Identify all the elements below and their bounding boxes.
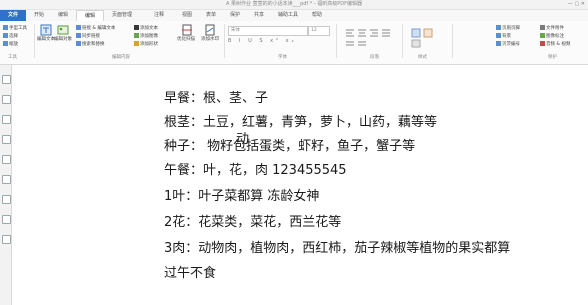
- tab-protect[interactable]: 保护: [224, 10, 246, 21]
- header-footer-icon: [496, 25, 501, 30]
- tab-comment[interactable]: 注释: [142, 10, 176, 21]
- sync-link-button[interactable]: 同步链接: [76, 33, 100, 40]
- divider: [402, 24, 403, 58]
- doc-line-no-dinner[interactable]: 过午不食: [164, 262, 216, 281]
- select-tool-button[interactable]: 选择: [3, 33, 18, 40]
- signature-panel-icon[interactable]: [2, 175, 11, 184]
- divider: [336, 24, 337, 58]
- search-replace-button[interactable]: 搜索和替换: [76, 41, 105, 48]
- window-title: A 果树作业 萱萱的的小话本读___pdf * - 福昕高级PDF编辑器: [225, 1, 363, 7]
- optimize-scan-button[interactable]: 优化扫描: [177, 37, 195, 43]
- shape-icon: [134, 41, 139, 46]
- comment-panel-icon[interactable]: [2, 115, 11, 124]
- doc-line-flower[interactable]: 2花：花菜类，菜花，西兰花等: [164, 211, 341, 230]
- edit-content-group-label: 编辑内容: [112, 55, 130, 60]
- tags-panel-icon[interactable]: [2, 215, 11, 224]
- tab-share[interactable]: 共享: [248, 10, 270, 21]
- divider: [224, 24, 225, 58]
- doc-line-seeds[interactable]: 种子： 物籽包括蛋类，虾籽，鱼子，蟹子等: [164, 135, 415, 154]
- destinations-icon[interactable]: [2, 235, 11, 244]
- attachment-panel-icon[interactable]: [2, 155, 11, 164]
- optimize-scan-icon: [182, 24, 192, 36]
- media-icon: [540, 41, 545, 46]
- left-navigation-panel: [0, 65, 12, 305]
- image-annotation-button[interactable]: 图像标注: [540, 33, 564, 40]
- font-format-buttons[interactable]: B I U S x² x₂: [228, 38, 297, 44]
- document-page: 早餐：根、茎、子 根茎：土豆，红薯，青笋，萝卜，山药，藕等等 动 种子： 物籽包…: [12, 65, 588, 305]
- bates-number-button[interactable]: 贝茨编号: [496, 41, 520, 48]
- tab-home[interactable]: 开始: [28, 10, 50, 21]
- tab-edit[interactable]: 编辑: [76, 10, 104, 21]
- search-panel-icon[interactable]: [2, 195, 11, 204]
- sync-icon: [76, 33, 81, 38]
- edit-object-button[interactable]: 编辑对象: [54, 37, 72, 43]
- protect-group-label: 保护: [548, 55, 557, 60]
- layers-icon[interactable]: [2, 135, 11, 144]
- divider: [34, 24, 35, 58]
- add-shape-button[interactable]: 添加形状: [134, 41, 158, 48]
- add-watermark-button[interactable]: 添加水印: [201, 37, 219, 43]
- edit-text-button[interactable]: 编辑文本: [37, 37, 55, 43]
- cursor-icon: [3, 33, 8, 38]
- page-thumbnail-icon[interactable]: [2, 95, 11, 104]
- font-family-select[interactable]: 宋体: [228, 26, 308, 36]
- doc-line-lunch[interactable]: 午餐：叶，花，肉 123455545: [164, 159, 347, 178]
- doc-line-leaf[interactable]: 1叶：叶子菜都算 冻龄女神: [164, 185, 319, 204]
- doc-line-roots[interactable]: 根茎：土豆，红薯，青笋，萝卜，山药，藕等等: [164, 111, 437, 130]
- bates-icon: [496, 41, 501, 46]
- tools-group-label: 工具: [8, 55, 17, 60]
- window-controls[interactable]: — ▢ ✕: [568, 1, 585, 7]
- text-icon: [134, 25, 139, 30]
- tab-form[interactable]: 表单: [200, 10, 222, 21]
- background-icon: [496, 33, 501, 38]
- zoom-tool-button[interactable]: 缩放: [3, 41, 18, 48]
- add-text-button[interactable]: 添加文本: [134, 25, 158, 32]
- hand-icon: [3, 25, 8, 30]
- add-image-button[interactable]: 添加图像: [134, 33, 158, 40]
- tab-view[interactable]: 视图: [176, 10, 198, 21]
- font-size-select[interactable]: 12: [308, 26, 330, 36]
- tab-convert[interactable]: 编辑: [52, 10, 74, 21]
- doc-line-meat[interactable]: 3肉：动物肉，植物肉，西红柿，茄子辣椒等植物的果实都算: [164, 237, 510, 256]
- edit-text-icon: [40, 24, 52, 36]
- paragraph-group-label: 段落: [370, 55, 379, 60]
- tab-file[interactable]: 文件: [0, 10, 26, 21]
- link-icon: [76, 25, 81, 30]
- title-bar: A 果树作业 萱萱的的小话本读___pdf * - 福昕高级PDF编辑器 — ▢…: [0, 0, 588, 16]
- background-button[interactable]: 背景: [496, 33, 511, 40]
- style-group-label: 样式: [418, 55, 427, 60]
- search-icon: [76, 41, 81, 46]
- divider: [452, 24, 453, 58]
- ribbon-panel: 手型工具 选择 缩放 工具 编辑文本 编辑对象 链接 & 编辑文本 同步链接 搜…: [0, 21, 588, 65]
- image-annotation-icon: [540, 33, 545, 38]
- image-icon: [134, 33, 139, 38]
- link-edit-text-button[interactable]: 链接 & 编辑文本: [76, 25, 115, 32]
- watermark-icon: [205, 24, 215, 36]
- tab-page-manage[interactable]: 页面管理: [104, 10, 140, 21]
- paperclip-icon: [540, 25, 545, 30]
- tab-accessibility[interactable]: 辅助工具: [272, 10, 304, 21]
- tab-help[interactable]: 帮助: [306, 10, 328, 21]
- zoom-icon: [3, 41, 8, 46]
- bookmark-icon[interactable]: [2, 75, 11, 84]
- doc-line-breakfast[interactable]: 早餐：根、茎、子: [164, 87, 268, 106]
- paragraph-align-icons[interactable]: [344, 27, 394, 49]
- header-footer-button[interactable]: 页眉页脚: [496, 25, 520, 32]
- hand-tool-button[interactable]: 手型工具: [3, 25, 27, 32]
- font-group-label: 字体: [278, 55, 287, 60]
- edit-object-icon: [57, 25, 69, 35]
- audio-video-button[interactable]: 音频 & 视频: [540, 41, 570, 48]
- ribbon-tabs: 文件 开始 编辑 编辑 页面管理 注释 视图 表单 保护 共享 辅助工具 帮助: [0, 10, 588, 21]
- file-attachment-button[interactable]: 文件附件: [540, 25, 564, 32]
- style-icons[interactable]: [410, 27, 444, 49]
